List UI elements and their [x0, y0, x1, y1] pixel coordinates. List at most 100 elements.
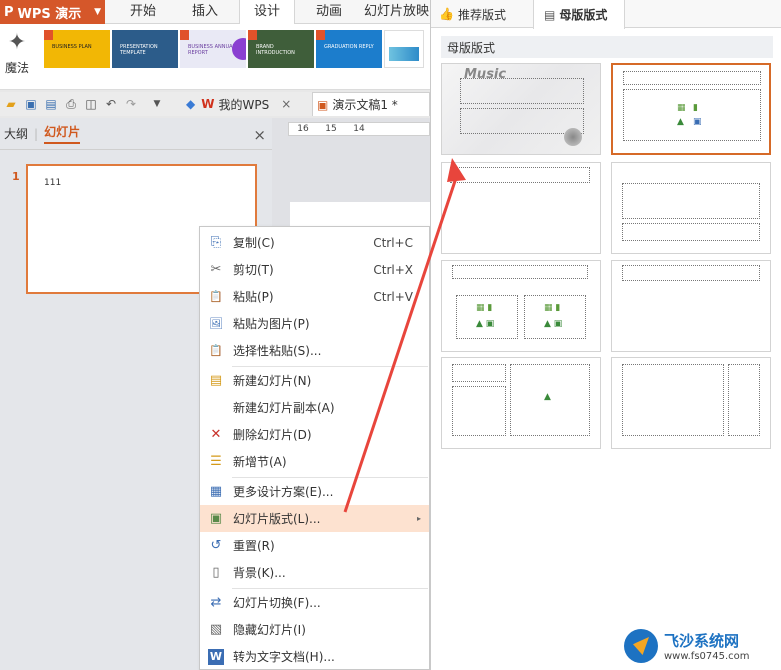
- close-icon[interactable]: ×: [253, 126, 266, 144]
- chart-icon: ▮: [693, 103, 698, 113]
- title-placeholder: [452, 265, 588, 279]
- premium-tag-icon: [316, 30, 325, 40]
- app-logo-icon: P: [4, 4, 14, 20]
- thumb-art: [389, 47, 419, 61]
- magic-label: 魔法: [4, 61, 29, 75]
- tab-slides[interactable]: 幻灯片: [44, 123, 81, 144]
- menu-item-slide-transition[interactable]: ⇄ 幻灯片切换(F)...: [200, 589, 429, 616]
- menu-item-label: 新建幻灯片副本(A): [233, 401, 335, 415]
- menu-item-label: 复制(C): [233, 236, 275, 250]
- menu-item-new-section[interactable]: ☰ 新增节(A): [200, 448, 429, 475]
- site-logo-icon: [624, 629, 658, 663]
- close-tab-icon[interactable]: ×: [281, 97, 291, 111]
- reset-icon: ↺: [210, 538, 222, 553]
- menu-item-label: 删除幻灯片(D): [233, 428, 312, 442]
- menu-item-duplicate-slide[interactable]: 新建幻灯片副本(A): [200, 394, 429, 421]
- tab-insert[interactable]: 插入: [177, 0, 233, 24]
- layout-icon: ▤: [544, 7, 556, 22]
- tab-document[interactable]: ▣ 演示文稿1 *: [312, 92, 430, 116]
- title-placeholder: [460, 78, 584, 104]
- document-name: 演示文稿1 *: [332, 98, 398, 112]
- title-placeholder: [450, 167, 590, 183]
- context-menu: ⎘ 复制(C) Ctrl+C ✂ 剪切(T) Ctrl+X 📋 粘贴(P) Ct…: [199, 226, 430, 670]
- menu-item-hide-slide[interactable]: ▧ 隐藏幻灯片(I): [200, 616, 429, 643]
- layout-title-content-selected[interactable]: ▦ ▮ ▲ ▣: [611, 63, 771, 155]
- left-content-placeholder: [456, 295, 518, 339]
- layout-section-header[interactable]: [611, 162, 771, 254]
- premium-tag-icon: [180, 30, 189, 40]
- menu-item-label: 粘贴为图片(P): [233, 317, 310, 331]
- table-icon: ▦ ▮: [544, 303, 561, 313]
- submenu-arrow-icon: ▸: [416, 514, 421, 523]
- my-wps-label: 我的WPS: [218, 97, 270, 112]
- app-menu-button[interactable]: P WPS 演示 ▼: [0, 0, 105, 24]
- menu-item-slide-layout[interactable]: ▣ 幻灯片版式(L)... ▸: [200, 505, 429, 532]
- menu-item-label: 新增节(A): [233, 455, 287, 469]
- title-placeholder: [623, 71, 761, 85]
- table-icon: ▦: [677, 103, 686, 113]
- right-content-placeholder: [524, 295, 586, 339]
- tab-my-wps[interactable]: ◆ W 我的WPS ×: [186, 92, 291, 116]
- design-thumb[interactable]: BUSINESS PLAN: [44, 30, 110, 68]
- vertical-title-placeholder: [728, 364, 760, 436]
- tab-design[interactable]: 设计: [239, 0, 295, 25]
- picture-icon: ▲: [677, 117, 684, 127]
- export-pdf-icon[interactable]: ▤: [42, 95, 60, 113]
- design-thumb[interactable]: GRADUATION REPLY: [316, 30, 382, 68]
- ruler-tick: 15: [325, 124, 337, 134]
- decor-splash-shape: [564, 128, 582, 146]
- layout-two-content[interactable]: ▦ ▮ ▲ ▣ ▦ ▮ ▲ ▣: [441, 260, 601, 352]
- new-section-icon: ☰: [210, 454, 222, 469]
- menu-item-delete-slide[interactable]: ✕ 删除幻灯片(D): [200, 421, 429, 448]
- title-bar: P WPS 演示 ▼ 开始 插入 设计 动画 幻灯片放映: [0, 0, 430, 25]
- delete-slide-icon: ✕: [210, 427, 222, 442]
- menu-item-background[interactable]: ▯ 背景(K)...: [200, 559, 429, 586]
- wps-logo-icon: W: [201, 97, 215, 111]
- design-thumb[interactable]: BRAND INTRODUCTION: [248, 30, 314, 68]
- tab-outline[interactable]: 大纲: [4, 125, 28, 142]
- section-title: 母版版式: [441, 36, 773, 58]
- menu-item-cut[interactable]: ✂ 剪切(T) Ctrl+X: [200, 256, 429, 283]
- save-icon[interactable]: ▣: [22, 95, 40, 113]
- tab-animation[interactable]: 动画: [301, 0, 357, 24]
- customize-toolbar-icon[interactable]: ▼: [148, 95, 166, 113]
- layout-vertical-title[interactable]: [611, 357, 771, 449]
- menu-item-paste-as-picture[interactable]: 🖼 粘贴为图片(P): [200, 310, 429, 337]
- undo-icon[interactable]: ↶: [102, 95, 120, 113]
- menu-item-reset[interactable]: ↺ 重置(R): [200, 532, 429, 559]
- hide-slide-icon: ▧: [209, 622, 223, 637]
- menu-item-paste[interactable]: 📋 粘贴(P) Ctrl+V: [200, 283, 429, 310]
- redo-icon[interactable]: ↷: [122, 95, 140, 113]
- menu-item-copy[interactable]: ⎘ 复制(C) Ctrl+C: [200, 229, 429, 256]
- magic-button[interactable]: ✦ 魔法: [2, 30, 32, 86]
- layout-music-title[interactable]: Music: [441, 63, 601, 155]
- print-preview-icon[interactable]: ◫: [82, 95, 100, 113]
- print-icon[interactable]: ⎙: [62, 95, 80, 113]
- picture-icon: ▲: [544, 392, 551, 402]
- title-placeholder: [622, 265, 760, 281]
- design-thumb[interactable]: PRESENTATION TEMPLATE: [112, 30, 178, 68]
- design-thumb[interactable]: [384, 30, 424, 68]
- premium-tag-icon: [248, 30, 257, 40]
- slide-transition-icon: ⇄: [210, 595, 222, 610]
- menu-item-more-designs[interactable]: ▦ 更多设计方案(E)...: [200, 478, 429, 505]
- design-thumb[interactable]: BUSINESS ANNUAL REPORT: [180, 30, 246, 68]
- design-ribbon: ✦ 魔法 BUSINESS PLAN PRESENTATION TEMPLATE…: [0, 24, 430, 90]
- premium-tag-icon: [44, 30, 53, 40]
- layout-title-blank[interactable]: [611, 260, 771, 352]
- tab-separator: |: [34, 126, 39, 141]
- tab-recommended-layouts[interactable]: 👍 推荐版式: [439, 0, 506, 28]
- menu-item-convert-to-document[interactable]: W 转为文字文档(H)...: [200, 643, 429, 670]
- paste-as-picture-icon: 🖼: [209, 317, 223, 330]
- tab-master-layouts[interactable]: ▤ 母版版式: [533, 0, 625, 29]
- tab-slideshow[interactable]: 幻灯片放映: [363, 0, 430, 24]
- purple-circle-shape: [232, 38, 246, 60]
- menu-item-paste-special[interactable]: 📋 选择性粘贴(S)...: [200, 337, 429, 364]
- slide-layout-icon: ▣: [209, 511, 223, 526]
- menu-item-label: 更多设计方案(E)...: [233, 485, 334, 499]
- layout-title-only[interactable]: [441, 162, 601, 254]
- tab-home[interactable]: 开始: [115, 0, 171, 24]
- menu-item-new-slide[interactable]: ▤ 新建幻灯片(N): [200, 367, 429, 394]
- layout-content-with-caption[interactable]: ▲: [441, 357, 601, 449]
- open-folder-icon[interactable]: ▰: [2, 95, 20, 113]
